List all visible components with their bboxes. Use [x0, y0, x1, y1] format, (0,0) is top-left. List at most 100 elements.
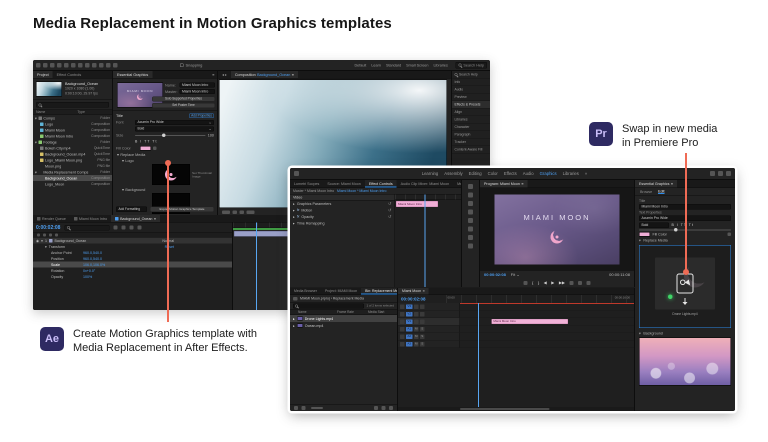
video-track-v1[interactable]: V1 Miami Moon Intro [398, 318, 634, 326]
hand-tool-icon[interactable] [468, 235, 473, 240]
tab-render-queue[interactable]: Render Queue [33, 215, 70, 222]
workspace-color[interactable]: Color [488, 171, 498, 176]
lift-icon[interactable] [569, 281, 573, 285]
play-icon[interactable]: ▶ [551, 281, 554, 286]
dock-panel-info[interactable]: Info [452, 79, 490, 87]
fullscreen-icon[interactable] [718, 171, 723, 176]
dock-panel-tracker[interactable]: Tracker [452, 139, 490, 147]
graph-editor-icon[interactable] [137, 226, 141, 230]
panel-menu-icon[interactable]: ≡ [292, 72, 294, 77]
audio-track-a2[interactable]: A2MS [398, 333, 634, 341]
logo-media-thumbnail[interactable] [152, 164, 190, 185]
twirl-icon[interactable]: ▸ [293, 323, 295, 328]
chevron-icon[interactable]: ▾ [122, 187, 124, 192]
chevron-icon[interactable]: ▾ [639, 331, 641, 336]
eyedropper-icon[interactable] [153, 147, 157, 151]
effect-controls-mini-timeline[interactable]: Miami Moon Intro [395, 195, 461, 288]
reset-icon[interactable]: ↺ [388, 208, 391, 213]
dock-panel-paragraph[interactable]: Paragraph [452, 131, 490, 139]
ae-search-help-input[interactable]: Search Help [455, 62, 487, 69]
track-target-v2[interactable]: V2 [406, 312, 413, 317]
resolution-select[interactable] [247, 210, 255, 214]
chevron-icon[interactable]: ▾ [117, 152, 119, 157]
tab-lumetri-scopes[interactable]: Lumetri Scopes [290, 180, 323, 188]
new-item-icon[interactable] [382, 406, 386, 410]
tab-sequence-miami-moon[interactable]: Miami Moon ≡ [398, 288, 429, 295]
workspace-small-screen[interactable]: Small Screen [406, 63, 428, 68]
reset-icon[interactable]: ↺ [388, 202, 391, 207]
lock-switch-icon[interactable] [55, 234, 58, 237]
snapping-checkbox-icon[interactable] [180, 63, 184, 67]
razor-tool-icon[interactable] [468, 210, 473, 215]
chevron-icon[interactable]: ▾ [639, 238, 641, 243]
browse-tab[interactable]: Browse [640, 189, 652, 194]
puppet-tool-icon[interactable] [113, 63, 118, 68]
zoom-tool-icon[interactable] [57, 63, 62, 68]
track-target-v3[interactable]: V3 [406, 304, 413, 309]
blend-mode-select[interactable]: Normal [162, 238, 229, 243]
twirl-icon[interactable]: ▸ [293, 202, 295, 207]
bin-path[interactable]: MIAMI Moon.prproj › Replacement Media [300, 297, 364, 301]
new-bin-icon[interactable] [374, 406, 378, 410]
project-item[interactable]: Logo_MoonComposition [33, 181, 112, 187]
solo-switch-icon[interactable] [49, 234, 52, 237]
video-track-v2[interactable]: V2 [398, 311, 634, 319]
type-tool-icon[interactable] [468, 244, 473, 249]
mogrt-name-field[interactable]: Miami Moon Intro [180, 83, 216, 88]
brush-tool-icon[interactable] [106, 63, 111, 68]
comp-nav-icons[interactable]: ◂ ▸ [218, 71, 231, 78]
motion-blur-icon[interactable] [129, 226, 133, 230]
tab-comp-background-ocean[interactable]: Background_Ocean≡ [111, 215, 160, 222]
dock-panel-libraries[interactable]: Libraries [452, 116, 490, 124]
edit-tab[interactable]: Edit [658, 189, 664, 194]
playhead[interactable] [256, 223, 257, 311]
dock-panel-audio[interactable]: Audio [452, 86, 490, 94]
font-style-select[interactable]: Bold [639, 223, 669, 229]
project-item-selected[interactable]: ▸ Drone Lights.mp4 [290, 315, 397, 322]
list-view-icon[interactable] [294, 406, 298, 410]
workspace-learn[interactable]: Learn [371, 63, 381, 68]
program-video-frame[interactable]: MIAMI MOON [495, 195, 620, 265]
panel-menu-icon[interactable]: ≡ [212, 72, 217, 77]
property-value[interactable]: 960.0,540.0 [83, 250, 102, 255]
eyedropper-icon[interactable] [728, 233, 732, 237]
solo-supported-properties-button[interactable]: Solo Supported Properties [152, 97, 215, 102]
track-area[interactable]: V3 V2 V1 Miami Moon Intro A1MS A2MS [398, 303, 634, 407]
workspace-editing[interactable]: Editing [469, 171, 482, 176]
tab-project[interactable]: Project [33, 71, 53, 78]
effect-row-time-remapping[interactable]: ▸ Time Remapping [290, 220, 395, 227]
workspace-libraries[interactable]: Libraries [433, 63, 447, 68]
tab-program-monitor[interactable]: Program: Miami Moon ≡ [480, 180, 528, 188]
video-switch-icon[interactable] [37, 234, 40, 237]
tab-composition[interactable]: Composition Background_Ocean ≡ [231, 71, 298, 78]
export-mogrt-button[interactable]: Export Motion Graphics Template [150, 207, 214, 213]
workspace-audio[interactable]: Audio [523, 171, 534, 176]
background-media-thumbnail[interactable] [639, 338, 731, 386]
video-track-v3[interactable]: V3 [398, 303, 634, 311]
mini-time-ruler[interactable] [395, 195, 461, 201]
sequence-clip[interactable]: Miami Moon Intro [491, 319, 568, 324]
draft-3d-icon[interactable] [121, 226, 125, 230]
font-size-slider[interactable] [135, 135, 206, 136]
twirl-icon[interactable]: ▸ [293, 316, 295, 321]
project-search-input[interactable] [36, 102, 109, 108]
selection-tool-icon[interactable] [43, 63, 48, 68]
timeline-search-input[interactable] [64, 225, 109, 231]
master-comp-select[interactable]: Miami Moon Intro [180, 89, 216, 94]
property-value[interactable]: 960.0,540.0 [83, 256, 102, 261]
track-target-a2[interactable]: A2 [406, 334, 413, 339]
fill-color-swatch[interactable] [140, 146, 151, 151]
workspace-effects[interactable]: Effects [504, 171, 517, 176]
pan-behind-tool-icon[interactable] [78, 63, 83, 68]
tab-essential-graphics[interactable]: Essential Graphics [113, 71, 152, 78]
twirl-icon[interactable]: ▾ [36, 244, 47, 249]
workspace-default[interactable]: Default [354, 63, 366, 68]
region-of-interest-icon[interactable] [240, 210, 245, 214]
pen-tool-icon[interactable] [468, 227, 473, 232]
selection-tool-icon[interactable] [468, 184, 473, 189]
project-search-input[interactable] [293, 303, 364, 308]
mark-in-icon[interactable]: { [532, 281, 533, 286]
step-forward-icon[interactable]: ▶▶ [559, 281, 565, 286]
comp-mini-flowchart-icon[interactable] [113, 226, 117, 230]
tab-bin-replacement-media[interactable]: Bin: Replacement Media [361, 288, 397, 295]
